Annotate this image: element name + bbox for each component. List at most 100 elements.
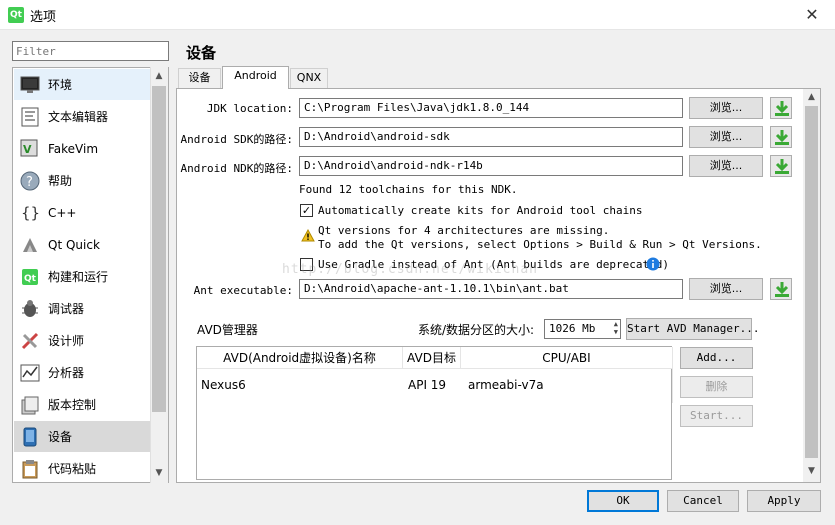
- designer-icon: [19, 330, 41, 352]
- category-label: 分析器: [48, 366, 85, 380]
- download-arrow-icon: [775, 159, 789, 174]
- start-avd-manager-button[interactable]: Start AVD Manager...: [626, 318, 759, 340]
- build-run-icon: Qt: [19, 266, 41, 288]
- close-window-button[interactable]: ✕: [789, 0, 835, 30]
- ant-executable-field[interactable]: D:\Android\apache-ant-1.10.1\bin\ant.bat: [299, 279, 683, 299]
- filter-input[interactable]: [12, 41, 169, 61]
- avd-name-cell: Nexus6: [201, 378, 246, 392]
- apply-button[interactable]: Apply: [747, 490, 821, 512]
- start-avd-button[interactable]: Start...: [680, 405, 753, 427]
- ant-browse-button[interactable]: 浏览...: [689, 278, 763, 300]
- use-gradle-label: Use Gradle instead of Ant (Ant builds ar…: [318, 258, 669, 271]
- svg-text:V: V: [23, 143, 32, 156]
- jdk-download-button[interactable]: [770, 97, 792, 119]
- delete-avd-button[interactable]: 删除: [680, 376, 753, 398]
- partition-size-label: 系统/数据分区的大小:: [418, 323, 535, 337]
- add-qt-versions-hint-text: To add the Qt versions, select Options >…: [318, 238, 762, 251]
- sdk-path-label: Android SDK的路径:: [180, 133, 293, 146]
- category-list-scroll-thumb[interactable]: [152, 86, 166, 412]
- monitor-icon: [19, 74, 41, 96]
- warning-icon: [301, 228, 315, 245]
- debugger-icon: [19, 298, 41, 320]
- ant-executable-label: Ant executable:: [193, 284, 293, 297]
- avd-target-cell: API 19: [408, 378, 447, 392]
- tab-qnx[interactable]: QNX: [290, 68, 328, 88]
- category-item-environment[interactable]: 环境: [14, 69, 151, 100]
- ok-button[interactable]: OK: [587, 490, 659, 512]
- category-item-cpp[interactable]: {} C++: [14, 197, 151, 228]
- tab-android[interactable]: Android: [222, 66, 289, 89]
- category-label: FakeVim: [48, 141, 99, 156]
- auto-kits-label: Automatically create kits for Android to…: [318, 204, 643, 217]
- category-item-code-paste[interactable]: 代码粘贴: [14, 453, 151, 482]
- ant-download-button[interactable]: [770, 278, 792, 300]
- scroll-up-arrow-icon[interactable]: ▲: [150, 68, 168, 84]
- code-paste-icon: [19, 458, 41, 480]
- text-editor-icon: [19, 106, 41, 128]
- category-item-designer[interactable]: 设计师: [14, 325, 151, 356]
- sdk-path-field[interactable]: D:\Android\android-sdk: [299, 127, 683, 147]
- category-label: 帮助: [48, 174, 73, 188]
- table-row[interactable]: Nexus6 API 19 armeabi-v7a: [197, 369, 672, 403]
- category-label: 版本控制: [48, 398, 97, 412]
- use-gradle-checkbox[interactable]: [300, 258, 313, 271]
- ndk-path-label: Android NDK的路径:: [180, 162, 293, 175]
- category-label: 设计师: [48, 334, 85, 348]
- category-item-help[interactable]: ? 帮助: [14, 165, 151, 196]
- category-item-fakevim[interactable]: V FakeVim: [14, 133, 151, 164]
- svg-text:?: ?: [26, 175, 33, 190]
- download-arrow-icon: [775, 130, 789, 145]
- category-label: 调试器: [48, 302, 85, 316]
- toolchains-found-text: Found 12 toolchains for this NDK.: [299, 183, 518, 196]
- avd-abi-cell: armeabi-v7a: [468, 378, 544, 392]
- category-item-debugger[interactable]: 调试器: [14, 293, 151, 324]
- category-item-qt-quick[interactable]: Qt Quick: [14, 229, 151, 260]
- category-list: 环境 文本编辑器 V FakeVim ? 帮助 {} C++ Qt Quick …: [12, 67, 169, 483]
- missing-qt-warning-text: Qt versions for 4 architectures are miss…: [318, 224, 610, 237]
- scroll-up-arrow-icon[interactable]: ▲: [803, 89, 820, 105]
- column-header-avd-target[interactable]: AVD目标: [403, 347, 461, 369]
- ndk-download-button[interactable]: [770, 155, 792, 177]
- category-label: Qt Quick: [48, 237, 100, 252]
- avd-manager-label: AVD管理器: [197, 323, 258, 337]
- partition-size-value: 1026 Mb: [549, 322, 596, 335]
- title-bar: [0, 0, 835, 30]
- auto-kits-checkbox[interactable]: ✓: [300, 204, 313, 217]
- add-avd-button[interactable]: Add...: [680, 347, 753, 369]
- cpp-braces-icon: {}: [19, 202, 41, 224]
- sdk-browse-button[interactable]: 浏览...: [689, 126, 763, 148]
- analyzer-icon: [19, 362, 41, 384]
- page-title: 设备: [186, 44, 217, 62]
- partition-size-spinbox[interactable]: 1026 Mb ▲ ▼: [544, 319, 621, 339]
- qt-quick-icon: [19, 234, 41, 256]
- category-label: 环境: [48, 78, 73, 92]
- tab-devices[interactable]: 设备: [178, 68, 221, 88]
- sdk-download-button[interactable]: [770, 126, 792, 148]
- category-item-version-control[interactable]: 版本控制: [14, 389, 151, 420]
- category-item-analyzer[interactable]: 分析器: [14, 357, 151, 388]
- cancel-button[interactable]: Cancel: [667, 490, 739, 512]
- avd-table: AVD(Android虚拟设备)名称 AVD目标 CPU/ABI Nexus6 …: [196, 346, 673, 480]
- panel-scroll-thumb[interactable]: [805, 106, 818, 458]
- category-label: C++: [48, 205, 77, 220]
- scroll-down-arrow-icon[interactable]: ▼: [803, 463, 820, 479]
- ndk-path-field[interactable]: D:\Android\android-ndk-r14b: [299, 156, 683, 176]
- qt-app-icon: Qt: [8, 7, 24, 23]
- window-title: 选项: [30, 10, 57, 25]
- ndk-browse-button[interactable]: 浏览...: [689, 155, 763, 177]
- svg-text:{}: {}: [21, 204, 40, 222]
- download-arrow-icon: [775, 282, 789, 297]
- scroll-down-arrow-icon[interactable]: ▼: [150, 465, 168, 481]
- category-label: 文本编辑器: [48, 110, 109, 124]
- category-item-build-run[interactable]: Qt 构建和运行: [14, 261, 151, 292]
- spin-arrows-icon[interactable]: ▲ ▼: [614, 320, 618, 336]
- category-label: 设备: [48, 430, 73, 444]
- jdk-location-label: JDK location:: [206, 102, 293, 115]
- jdk-location-field[interactable]: C:\Program Files\Java\jdk1.8.0_144: [299, 98, 683, 118]
- jdk-browse-button[interactable]: 浏览...: [689, 97, 763, 119]
- column-header-cpu-abi[interactable]: CPU/ABI: [461, 347, 673, 369]
- category-item-device[interactable]: 设备: [14, 421, 151, 452]
- column-header-avd-name[interactable]: AVD(Android虚拟设备)名称: [197, 347, 403, 369]
- help-icon: ?: [19, 170, 41, 192]
- category-item-text-editor[interactable]: 文本编辑器: [14, 101, 151, 132]
